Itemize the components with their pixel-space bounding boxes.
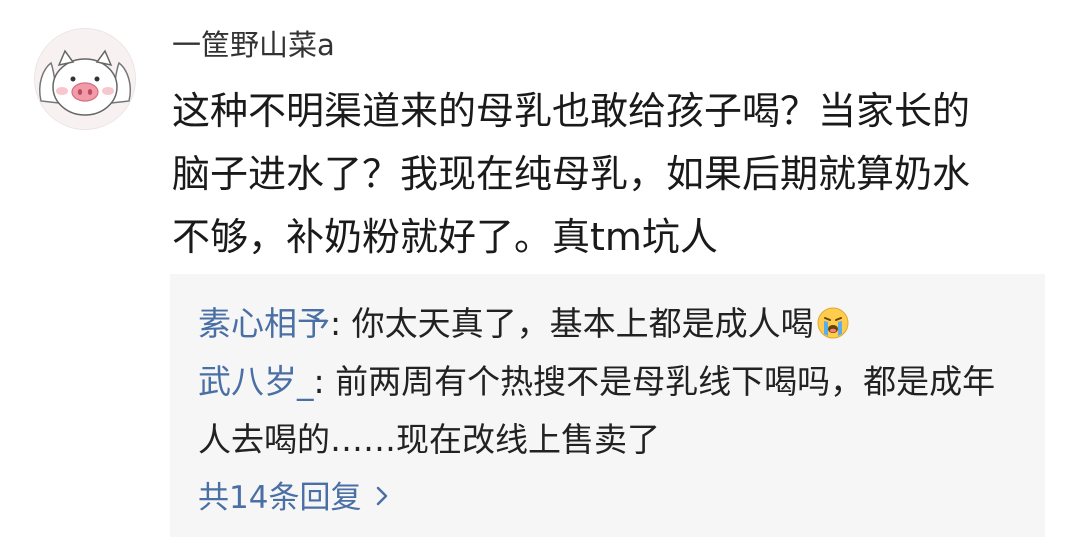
reply-text: 你太天真了，基本上都是成人喝	[351, 304, 814, 343]
reply-separator: :	[313, 362, 336, 401]
reply-count-label: 共14条回复	[198, 480, 362, 516]
reply-separator: :	[330, 304, 352, 343]
user-avatar[interactable]	[34, 28, 136, 130]
reply-author[interactable]: 素心相予	[198, 304, 330, 343]
view-all-replies-link[interactable]: 共14条回复	[198, 474, 389, 521]
comment-card: 一筐野山菜a 这种不明渠道来的母乳也敢给孩子喝？当家长的 脑子进水了？我现在纯母…	[0, 0, 1080, 537]
comment-username[interactable]: 一筐野山菜a	[172, 25, 335, 65]
replies-panel: 素心相予: 你太天真了，基本上都是成人喝 武八岁_: 前两周有个热搜不是母乳线下…	[170, 274, 1045, 537]
reply-author[interactable]: 武八岁_	[198, 362, 314, 401]
comment-body: 这种不明渠道来的母乳也敢给孩子喝？当家长的 脑子进水了？我现在纯母乳，如果后期就…	[172, 89, 971, 259]
reply-item[interactable]: 素心相予: 你太天真了，基本上都是成人喝	[198, 295, 1028, 358]
chevron-right-icon	[375, 474, 389, 520]
pig-face-avatar-icon	[35, 29, 135, 129]
reply-item[interactable]: 武八岁_: 前两周有个热搜不是母乳线下喝吗，都是成年人去喝的……现在改线上售卖了	[198, 353, 1028, 469]
crying-face-icon	[816, 300, 850, 358]
